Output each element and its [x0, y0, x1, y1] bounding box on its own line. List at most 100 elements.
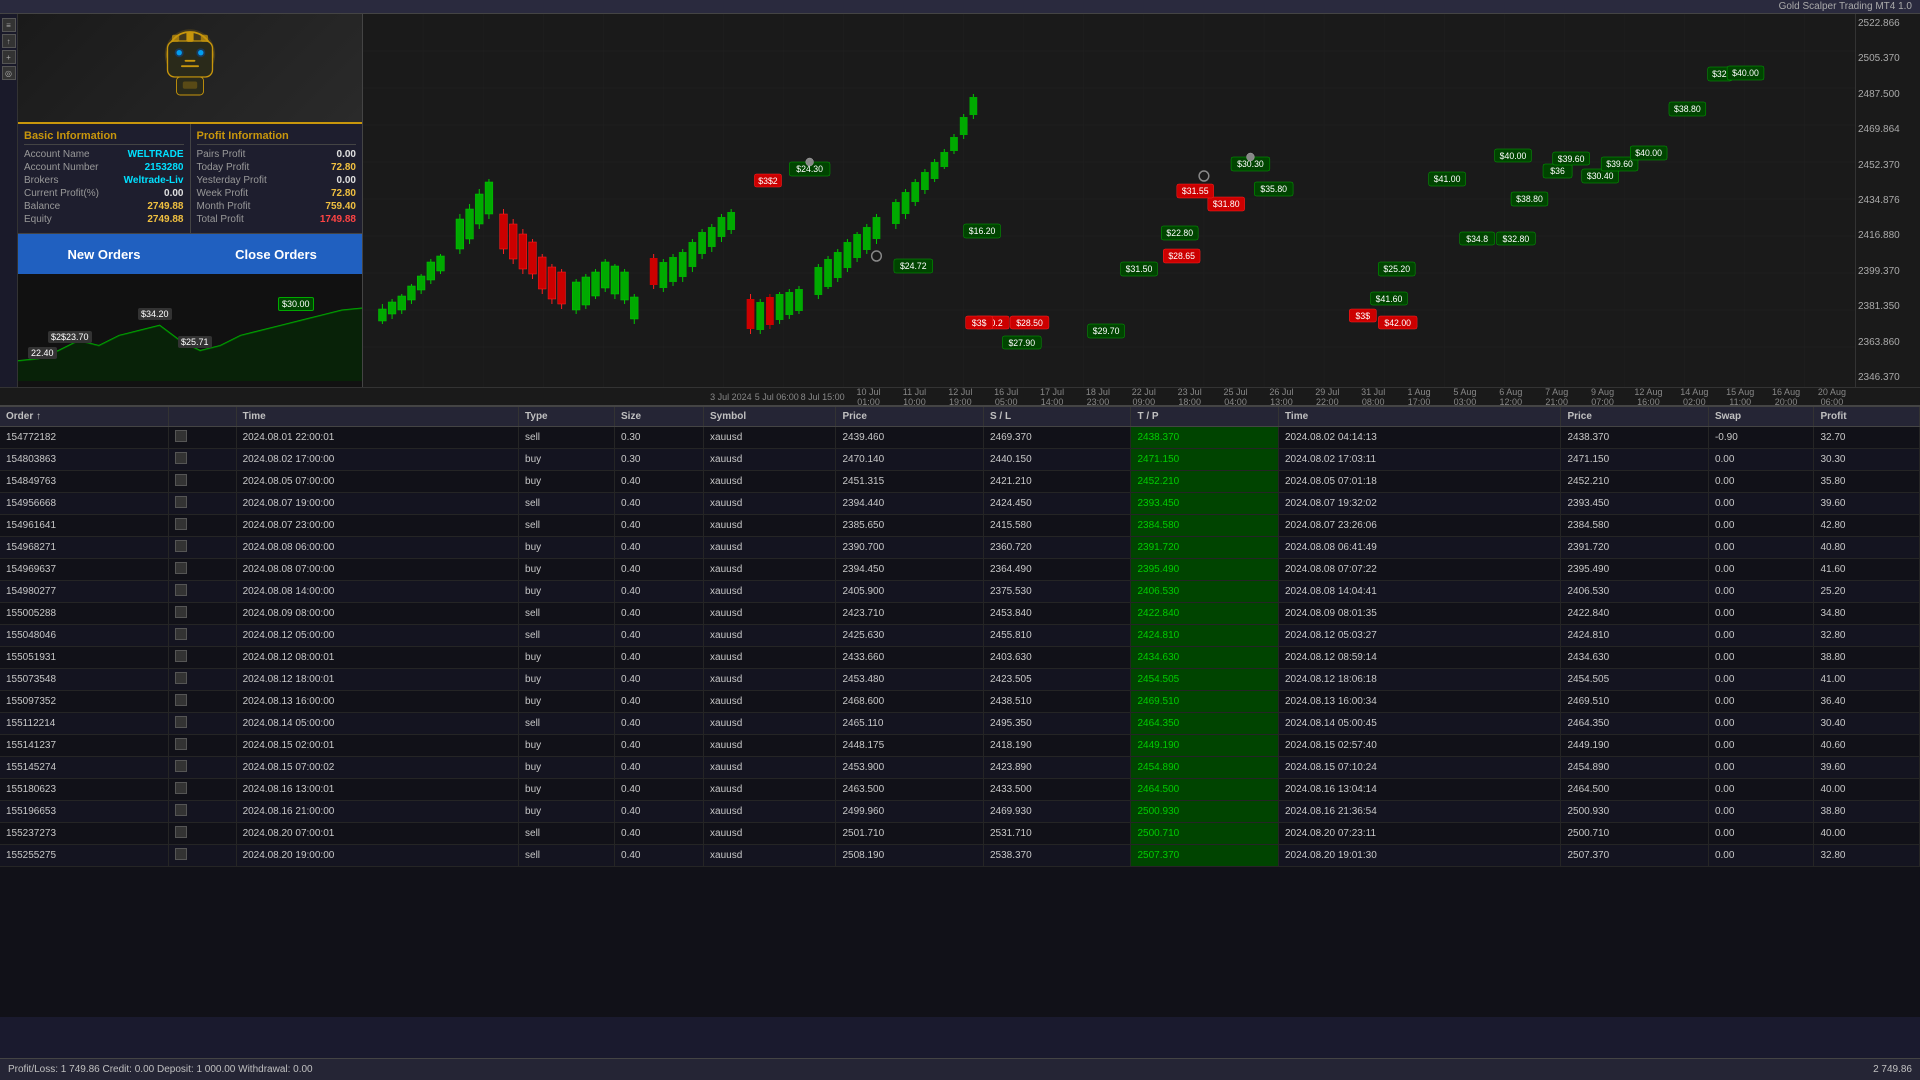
sidebar-icon-2[interactable]: ↑: [2, 34, 16, 48]
sidebar-icon-1[interactable]: ≡: [2, 18, 16, 32]
equity-row: Equity 2749.88: [24, 214, 184, 225]
cell-time: 2024.08.20 07:00:01: [236, 823, 518, 845]
order-type-icon: [175, 496, 187, 508]
cell-type: buy: [519, 581, 615, 603]
cell-price: 2453.480: [836, 669, 984, 691]
price-level-7: 2416.880: [1858, 230, 1918, 241]
col-tp: T / P: [1131, 407, 1279, 427]
cell-size: 0.40: [615, 559, 704, 581]
cell-order: 155141237: [0, 735, 169, 757]
time-label-24: 16 Aug 20:00: [1763, 387, 1809, 405]
col-price: Price: [836, 407, 984, 427]
cell-size: 0.40: [615, 537, 704, 559]
cell-size: 0.40: [615, 581, 704, 603]
cell-swap: 0.00: [1708, 515, 1813, 537]
cell-order: 154849763: [0, 471, 169, 493]
cell-profit: 36.40: [1814, 691, 1920, 713]
time-label-11: 23 Jul 18:00: [1167, 387, 1213, 405]
cell-type: sell: [519, 515, 615, 537]
time-label-16: 1 Aug 17:00: [1396, 387, 1442, 405]
cell-icon: [169, 537, 236, 559]
chart-area: $24.30 $24.72 $16.20 $29.70 $30.30 $35.8…: [363, 14, 1855, 387]
order-type-icon: [175, 760, 187, 772]
cell-order: 155005288: [0, 603, 169, 625]
order-type-icon: [175, 826, 187, 838]
cell-symbol: xauusd: [704, 603, 836, 625]
cell-size: 0.40: [615, 801, 704, 823]
price-level-11: 2346.370: [1858, 372, 1918, 383]
total-profit-value: 1749.88: [320, 214, 356, 225]
orders-table: Order ↑ Time Type Size Symbol Price S / …: [0, 407, 1920, 867]
cell-tp: 2500.710: [1131, 823, 1279, 845]
order-type-icon: [175, 694, 187, 706]
cell-type: sell: [519, 493, 615, 515]
current-profit-row: Current Profit(%) 0.00: [24, 188, 184, 199]
time-label-12: 25 Jul 04:00: [1213, 387, 1259, 405]
cell-icon: [169, 471, 236, 493]
chart-label-2: $34.20: [138, 308, 172, 320]
time-label-15: 31 Jul 08:00: [1350, 387, 1396, 405]
cell-profit: 38.80: [1814, 647, 1920, 669]
cell-tp: 2464.500: [1131, 779, 1279, 801]
pairs-profit-row: Pairs Profit 0.00: [197, 149, 357, 160]
col-symbol: Symbol: [704, 407, 836, 427]
yesterday-profit-label: Yesterday Profit: [197, 175, 267, 186]
current-profit-label: Current Profit(%): [24, 188, 99, 199]
close-orders-button[interactable]: Close Orders: [190, 234, 362, 274]
sidebar-icon-4[interactable]: ◎: [2, 66, 16, 80]
top-bar: Gold Scalper Trading MT4 1.0: [0, 0, 1920, 14]
cell-swap: 0.00: [1708, 823, 1813, 845]
cell-swap: 0.00: [1708, 669, 1813, 691]
status-bar: Profit/Loss: 1 749.86 Credit: 0.00 Depos…: [0, 1058, 1920, 1080]
cell-time: 2024.08.16 21:00:00: [236, 801, 518, 823]
cell-profit: 41.00: [1814, 669, 1920, 691]
cell-tp: 2454.890: [1131, 757, 1279, 779]
cell-time: 2024.08.09 08:00:00: [236, 603, 518, 625]
svg-text:$34.8: $34.8: [1466, 234, 1488, 244]
price-level-8: 2399.370: [1858, 266, 1918, 277]
cell-symbol: xauusd: [704, 647, 836, 669]
cell-size: 0.40: [615, 515, 704, 537]
status-right-value: 2 749.86: [1873, 1064, 1912, 1075]
order-type-icon: [175, 628, 187, 640]
cell-swap: 0.00: [1708, 537, 1813, 559]
cell-profit: 34.80: [1814, 603, 1920, 625]
cell-sl: 2415.580: [983, 515, 1131, 537]
order-type-icon: [175, 716, 187, 728]
time-label-22: 14 Aug 02:00: [1671, 387, 1717, 405]
cell-time: 2024.08.01 22:00:01: [236, 427, 518, 449]
cell-type: sell: [519, 427, 615, 449]
time-label-21: 12 Aug 16:00: [1626, 387, 1672, 405]
svg-text:$38.80: $38.80: [1674, 104, 1701, 114]
cell-close-time: 2024.08.16 21:36:54: [1279, 801, 1561, 823]
cell-profit: 32.80: [1814, 625, 1920, 647]
cell-swap: 0.00: [1708, 603, 1813, 625]
time-label-19: 7 Aug 21:00: [1534, 387, 1580, 405]
price-level-4: 2469.864: [1858, 124, 1918, 135]
cell-close-price: 2391.720: [1561, 537, 1709, 559]
cell-order: 155196653: [0, 801, 169, 823]
time-label-17: 5 Aug 03:00: [1442, 387, 1488, 405]
cell-type: buy: [519, 757, 615, 779]
time-label-6: 12 Jul 19:00: [937, 387, 983, 405]
cell-order: 154956668: [0, 493, 169, 515]
buttons-area: New Orders Close Orders: [18, 234, 362, 274]
cell-close-price: 2469.510: [1561, 691, 1709, 713]
new-orders-button[interactable]: New Orders: [18, 234, 190, 274]
current-profit-value: 0.00: [164, 188, 183, 199]
cell-sl: 2424.450: [983, 493, 1131, 515]
time-label-10: 22 Jul 09:00: [1121, 387, 1167, 405]
cell-close-price: 2507.370: [1561, 845, 1709, 867]
cell-order: 155237273: [0, 823, 169, 845]
cell-sl: 2423.505: [983, 669, 1131, 691]
cell-price: 2470.140: [836, 449, 984, 471]
cell-tp: 2395.490: [1131, 559, 1279, 581]
svg-text:$42.00: $42.00: [1384, 318, 1411, 328]
table-header-row: Order ↑ Time Type Size Symbol Price S / …: [0, 407, 1920, 427]
col-time: Time: [236, 407, 518, 427]
cell-sl: 2403.630: [983, 647, 1131, 669]
sidebar-icon-3[interactable]: +: [2, 50, 16, 64]
cell-swap: 0.00: [1708, 493, 1813, 515]
cell-order: 155073548: [0, 669, 169, 691]
cell-tp: 2452.210: [1131, 471, 1279, 493]
